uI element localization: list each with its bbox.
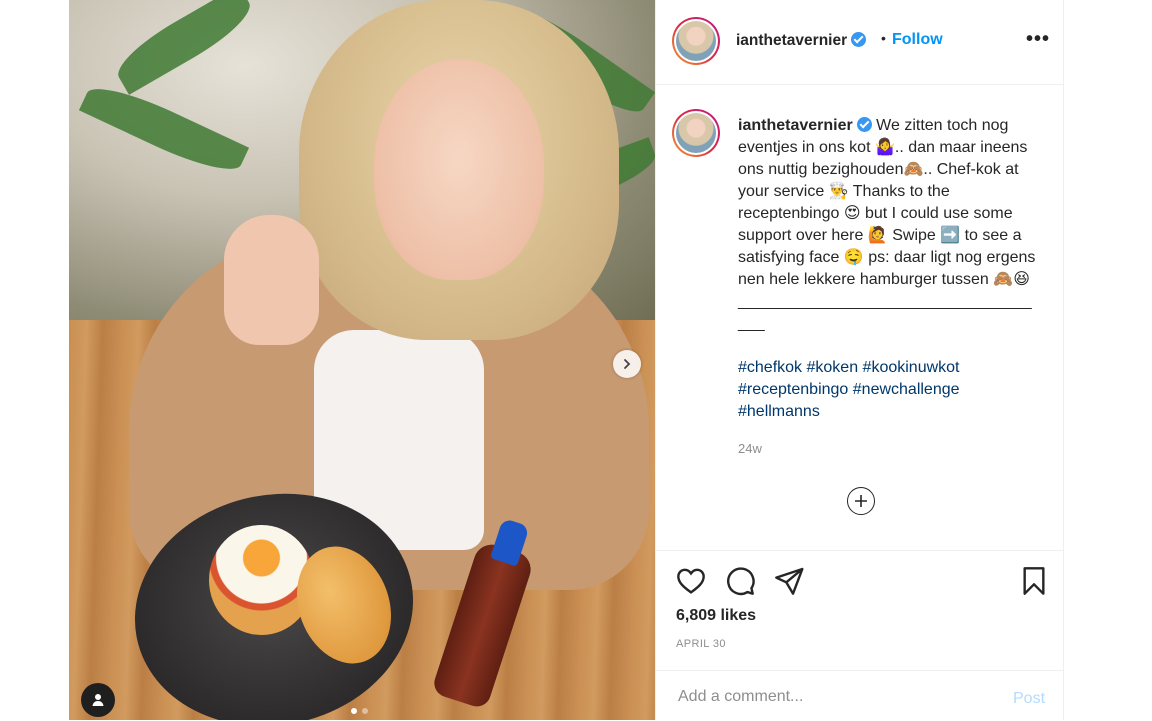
load-more-comments-button[interactable] xyxy=(847,487,875,515)
follow-button[interactable]: Follow xyxy=(892,31,943,49)
profile-picture xyxy=(676,113,716,153)
hashtag-link[interactable]: #kookinuwkot xyxy=(863,359,960,376)
time-ago: 24w xyxy=(738,441,762,456)
hashtag-link[interactable]: #koken xyxy=(807,359,859,376)
verified-badge-icon xyxy=(851,32,867,47)
carousel-dot xyxy=(351,708,357,714)
action-bar: 6,809 likes APRIL 30 xyxy=(656,550,1063,671)
username-text: ianthetavernier xyxy=(736,32,848,49)
post-header: ianthetavernier • Follow ••• xyxy=(656,0,1063,85)
avatar[interactable] xyxy=(672,109,720,157)
face xyxy=(374,60,544,280)
hashtag-list: #chefkok #koken #kookinuwkot #receptenbi… xyxy=(738,357,1038,423)
caption-username[interactable]: ianthetavernier xyxy=(738,117,872,134)
hashtag-link[interactable]: #newchallenge xyxy=(853,381,960,398)
avatar[interactable] xyxy=(672,17,720,65)
hashtag-link[interactable]: #receptenbingo xyxy=(738,381,848,398)
caption: ianthetavernier We zitten toch nog event… xyxy=(738,115,1038,335)
user-tag-icon xyxy=(92,694,104,706)
post-comment-button[interactable]: Post xyxy=(1013,690,1045,708)
caption-text: We zitten toch nog eventjes in ons kot 🤷… xyxy=(738,117,1036,288)
hashtag-link[interactable]: #hellmanns xyxy=(738,403,820,420)
post-photo[interactable] xyxy=(69,0,655,720)
carousel-dots xyxy=(351,708,368,714)
chevron-right-icon xyxy=(624,359,631,369)
header-separator: • xyxy=(881,30,886,46)
next-slide-button[interactable] xyxy=(613,350,641,378)
post-side-panel: ianthetavernier • Follow ••• ianthetaver… xyxy=(655,0,1064,720)
verified-badge-icon xyxy=(856,117,872,132)
post-date[interactable]: APRIL 30 xyxy=(676,638,726,650)
caption-section: ianthetavernier We zitten toch nog event… xyxy=(656,85,1063,550)
hashtag-link[interactable]: #chefkok xyxy=(738,359,802,376)
bookmark-icon[interactable] xyxy=(1018,565,1050,597)
hand xyxy=(224,215,319,345)
comment-input[interactable] xyxy=(676,685,990,709)
heart-icon[interactable] xyxy=(675,565,707,597)
username-link[interactable]: ianthetavernier xyxy=(736,32,867,50)
likes-count[interactable]: 6,809 likes xyxy=(676,607,756,625)
tagged-users-button[interactable] xyxy=(81,683,115,717)
comment-icon[interactable] xyxy=(724,565,756,597)
comment-form: Post xyxy=(656,670,1063,721)
profile-picture xyxy=(676,21,716,61)
send-icon[interactable] xyxy=(773,565,805,597)
more-options-button[interactable]: ••• xyxy=(1026,28,1050,51)
caption-divider: ____________________________________ xyxy=(738,293,1032,332)
carousel-dot xyxy=(362,708,368,714)
plus-circle-icon xyxy=(855,495,867,507)
